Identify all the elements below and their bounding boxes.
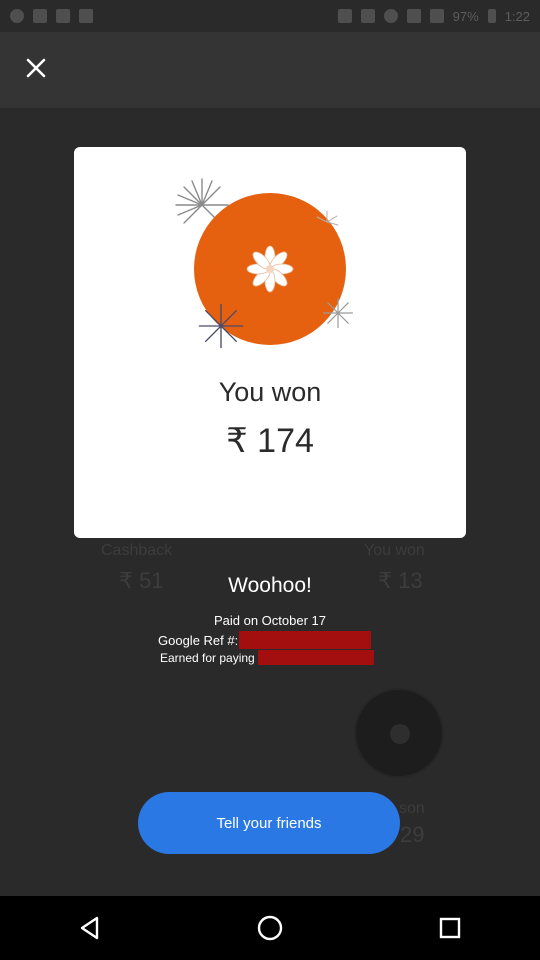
bg-card-label-lower: son — [399, 800, 425, 817]
signal-icon — [429, 9, 444, 23]
reward-title: You won — [218, 377, 322, 407]
battery-icon — [487, 9, 496, 23]
earned-row: Earned for paying — [160, 650, 374, 665]
firework-icon — [323, 298, 353, 328]
redacted-earned — [257, 650, 374, 665]
wifi-icon — [406, 9, 421, 23]
home-icon — [257, 915, 283, 941]
notification-icons — [10, 9, 93, 23]
bg-card-label-won: You won — [364, 542, 425, 559]
bg-card-label-cashback: Cashback — [101, 542, 173, 559]
back-icon — [80, 916, 99, 940]
cloud-icon — [33, 9, 47, 23]
recents-button[interactable] — [420, 898, 480, 958]
close-button[interactable] — [22, 54, 50, 82]
image-icon — [56, 9, 70, 23]
bg-scratch-card-badge — [354, 688, 444, 778]
google-ref-row: Google Ref #: — [158, 631, 372, 649]
navigation-bar — [0, 896, 540, 960]
status-bar: 97% 1:22 — [0, 0, 540, 32]
android-icon — [10, 9, 24, 23]
redacted-ref — [239, 631, 372, 649]
earned-label: Earned for paying — [160, 650, 255, 665]
reward-screen: 97% 1:22 Cashback ₹ 51 You won ₹ 13 son … — [0, 0, 540, 960]
paid-date: Paid on October 17 — [213, 613, 327, 628]
tell-friends-button[interactable]: Tell your friends — [138, 792, 400, 854]
recents-icon — [439, 917, 461, 939]
flower-icon — [246, 245, 294, 293]
close-icon — [26, 58, 46, 78]
top-bar — [0, 32, 540, 108]
alarm-icon — [383, 9, 398, 23]
battery-percent: 97% — [452, 8, 479, 24]
clock: 1:22 — [504, 8, 530, 24]
system-icons: 97% 1:22 — [337, 8, 530, 24]
bluetooth-icon — [337, 9, 352, 23]
google-ref-label: Google Ref #: — [158, 632, 239, 648]
headline: Woohoo! — [228, 574, 312, 597]
reward-badge — [175, 178, 364, 357]
firework-icon — [198, 303, 244, 349]
reward-card: You won ₹ 174 — [74, 147, 466, 538]
home-button[interactable] — [240, 898, 300, 958]
bg-card-amount-lower: 29 — [400, 822, 425, 847]
vibrate-icon — [360, 9, 375, 23]
firework-icon — [316, 210, 339, 226]
tell-friends-label: Tell your friends — [216, 814, 322, 832]
reward-amount: ₹ 174 — [226, 422, 314, 460]
sim-icon — [79, 9, 93, 23]
back-button[interactable] — [60, 898, 120, 958]
